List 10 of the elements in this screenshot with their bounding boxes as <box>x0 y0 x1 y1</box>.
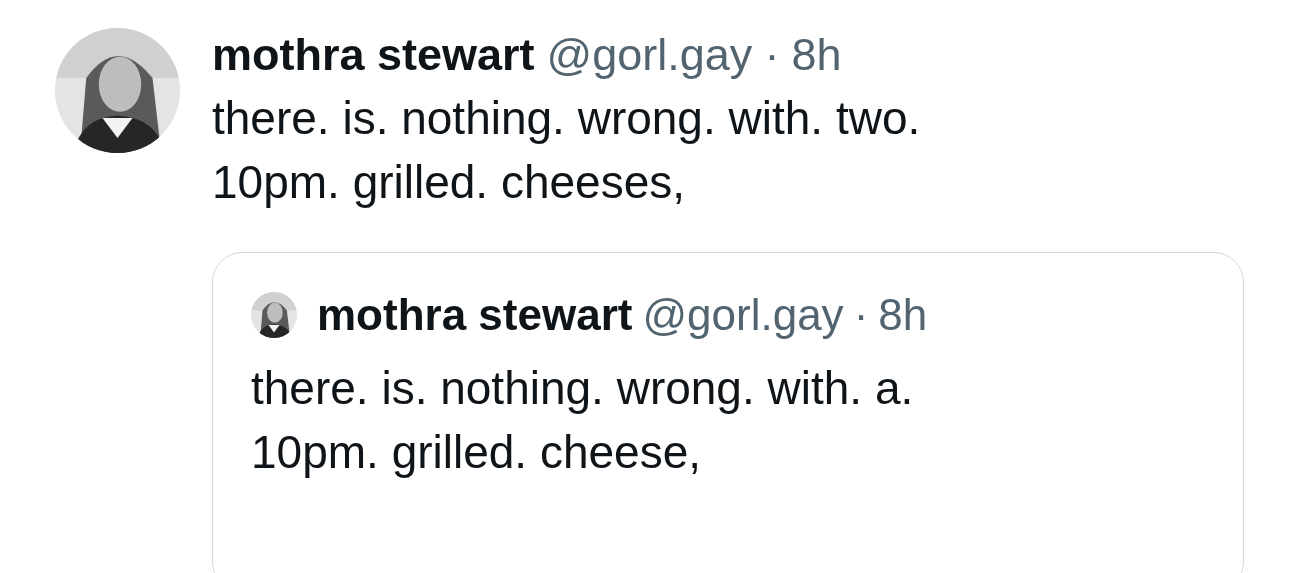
post-text: there. is. nothing. wrong. with. two. 10pm. grilled. cheeses, <box>212 91 922 210</box>
quoted-post-text: there. is. nothing. wrong. with. a. 10pm. grilled. cheese, <box>251 360 915 480</box>
handle[interactable]: @gorl.gay <box>642 289 844 342</box>
author-name[interactable]: mothra stewart <box>317 289 633 342</box>
separator: · <box>764 28 780 82</box>
handle[interactable]: @gorl.gay <box>546 28 753 82</box>
author-name[interactable]: mothra stewart <box>212 28 535 82</box>
separator: · <box>853 289 869 341</box>
timestamp[interactable]: 8h <box>791 28 842 82</box>
timestamp[interactable]: 8h <box>878 289 928 342</box>
